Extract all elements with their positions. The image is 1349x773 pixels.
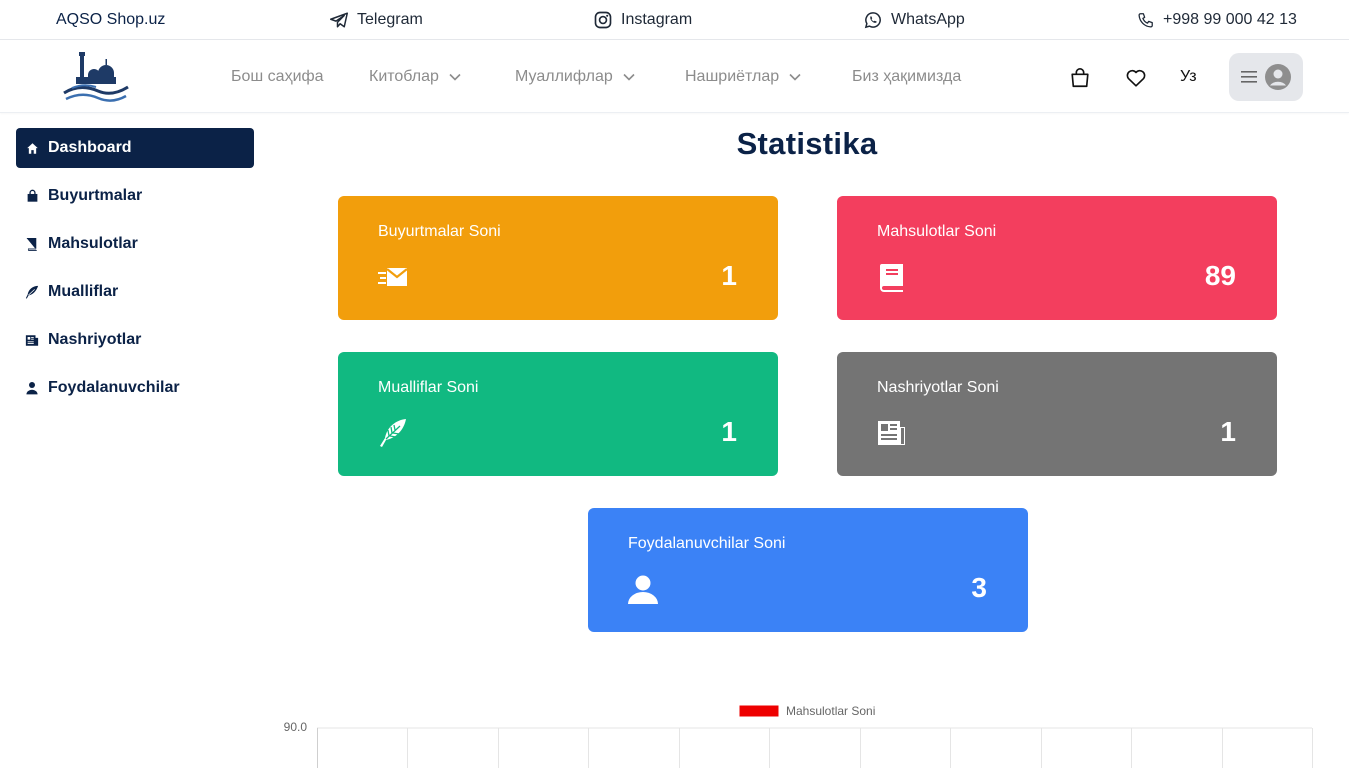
whatsapp-label: WhatsApp bbox=[891, 11, 965, 28]
nav-publishers[interactable]: Нашриётлар bbox=[685, 41, 801, 113]
telegram-label: Telegram bbox=[357, 11, 423, 28]
brand-link[interactable]: AQSO Shop.uz bbox=[56, 0, 165, 40]
card-label: Nashriyotlar Soni bbox=[877, 379, 999, 396]
card-label: Mahsulotlar Soni bbox=[877, 223, 997, 240]
whatsapp-icon bbox=[864, 12, 881, 29]
card-value: 3 bbox=[971, 572, 987, 603]
products-chart: Mahsulotlar Soni 90.0 bbox=[270, 695, 1330, 768]
sidebar-item-label: Dashboard bbox=[48, 139, 132, 156]
phone-link[interactable]: +998 99 000 42 13 bbox=[1137, 0, 1297, 40]
card-value: 1 bbox=[721, 416, 737, 447]
card-label: Foydalanuvchilar Soni bbox=[628, 535, 786, 552]
main-navbar: Бош саҳифа Китоблар Муаллифлар Нашриётла… bbox=[0, 41, 1349, 113]
brand-text: AQSO Shop.uz bbox=[56, 11, 166, 28]
nav-books[interactable]: Китоблар bbox=[369, 41, 461, 113]
envelope-fast-icon bbox=[378, 262, 408, 292]
sidebar-item-label: Nashriyotlar bbox=[48, 331, 142, 348]
instagram-icon bbox=[594, 11, 612, 29]
stat-card-publishers[interactable]: Nashriyotlar Soni 1 bbox=[837, 352, 1277, 476]
feather-icon bbox=[378, 418, 408, 448]
sidebar-item-publishers[interactable]: Nashriyotlar bbox=[16, 320, 254, 360]
telegram-icon bbox=[330, 12, 348, 28]
nav-authors-label: Муаллифлар bbox=[515, 68, 613, 85]
sidebar-item-label: Mualliflar bbox=[48, 283, 119, 300]
language-switch[interactable]: Уз bbox=[1180, 41, 1197, 113]
nav-home-label: Бош саҳифа bbox=[231, 68, 324, 85]
feather-icon bbox=[25, 285, 39, 299]
sidebar-item-authors[interactable]: Mualliflar bbox=[16, 272, 254, 312]
user-menu-button[interactable] bbox=[1229, 53, 1303, 101]
sidebar-item-label: Buyurtmalar bbox=[48, 187, 143, 204]
instagram-link[interactable]: Instagram bbox=[594, 0, 692, 40]
sidebar-item-orders[interactable]: Buyurtmalar bbox=[16, 176, 254, 216]
newspaper-icon bbox=[877, 418, 907, 448]
top-contact-bar: AQSO Shop.uz Telegram Instagram WhatsApp… bbox=[0, 0, 1349, 40]
site-logo[interactable] bbox=[62, 49, 130, 105]
card-label: Buyurtmalar Soni bbox=[378, 223, 501, 240]
phone-label: +998 99 000 42 13 bbox=[1163, 11, 1297, 28]
legend-label: Mahsulotlar Soni bbox=[786, 704, 875, 718]
card-label: Mualliflar Soni bbox=[378, 379, 479, 396]
user-icon bbox=[628, 574, 658, 604]
heart-icon bbox=[1126, 69, 1146, 87]
whatsapp-link[interactable]: WhatsApp bbox=[864, 0, 965, 40]
instagram-label: Instagram bbox=[621, 11, 693, 28]
nav-home[interactable]: Бош саҳифа bbox=[231, 41, 324, 113]
phone-icon bbox=[1138, 12, 1153, 28]
legend-swatch bbox=[738, 704, 780, 718]
book-icon bbox=[877, 262, 907, 292]
user-icon bbox=[25, 381, 39, 395]
card-value: 1 bbox=[721, 260, 737, 291]
sidebar-item-label: Foydalanuvchilar bbox=[48, 379, 180, 396]
chevron-down-icon bbox=[789, 73, 801, 81]
chevron-down-icon bbox=[623, 73, 635, 81]
page-title: Statistika bbox=[736, 126, 878, 161]
stat-card-products[interactable]: Mahsulotlar Soni 89 bbox=[837, 196, 1277, 320]
chevron-down-icon bbox=[449, 73, 461, 81]
sidebar-item-label: Mahsulotlar bbox=[48, 235, 138, 252]
cart-button[interactable] bbox=[1069, 67, 1091, 94]
shopping-bag-icon bbox=[1071, 68, 1089, 88]
home-icon bbox=[25, 141, 39, 155]
book-icon bbox=[25, 237, 39, 251]
admin-sidebar: Dashboard Buyurtmalar Mahsulotlar Mualli… bbox=[16, 128, 254, 416]
newspaper-icon bbox=[25, 333, 39, 347]
avatar-icon bbox=[1265, 64, 1291, 90]
sidebar-item-products[interactable]: Mahsulotlar bbox=[16, 224, 254, 264]
card-value: 1 bbox=[1220, 416, 1236, 447]
menu-icon bbox=[1241, 71, 1257, 83]
nav-publishers-label: Нашриётлар bbox=[685, 68, 780, 85]
sidebar-item-dashboard[interactable]: Dashboard bbox=[16, 128, 254, 168]
telegram-link[interactable]: Telegram bbox=[330, 0, 423, 40]
stat-card-orders[interactable]: Buyurtmalar Soni 1 bbox=[338, 196, 778, 320]
y-tick-label: 90.0 bbox=[284, 720, 308, 734]
card-value: 89 bbox=[1204, 260, 1236, 291]
chart-svg: Mahsulotlar Soni 90.0 bbox=[284, 704, 1313, 768]
stat-card-authors[interactable]: Mualliflar Soni 1 bbox=[338, 352, 778, 476]
sidebar-item-users[interactable]: Foydalanuvchilar bbox=[16, 368, 254, 408]
nav-about-label: Биз ҳақимизда bbox=[852, 68, 962, 85]
mosque-logo-icon bbox=[63, 52, 129, 102]
language-label: Уз bbox=[1180, 68, 1197, 85]
wishlist-button[interactable] bbox=[1125, 67, 1147, 94]
bag-icon bbox=[25, 189, 39, 203]
nav-about[interactable]: Биз ҳақимизда bbox=[852, 41, 961, 113]
stat-card-users[interactable]: Foydalanuvchilar Soni 3 bbox=[588, 508, 1028, 632]
nav-authors[interactable]: Муаллифлар bbox=[515, 41, 635, 113]
nav-books-label: Китоблар bbox=[369, 68, 439, 85]
